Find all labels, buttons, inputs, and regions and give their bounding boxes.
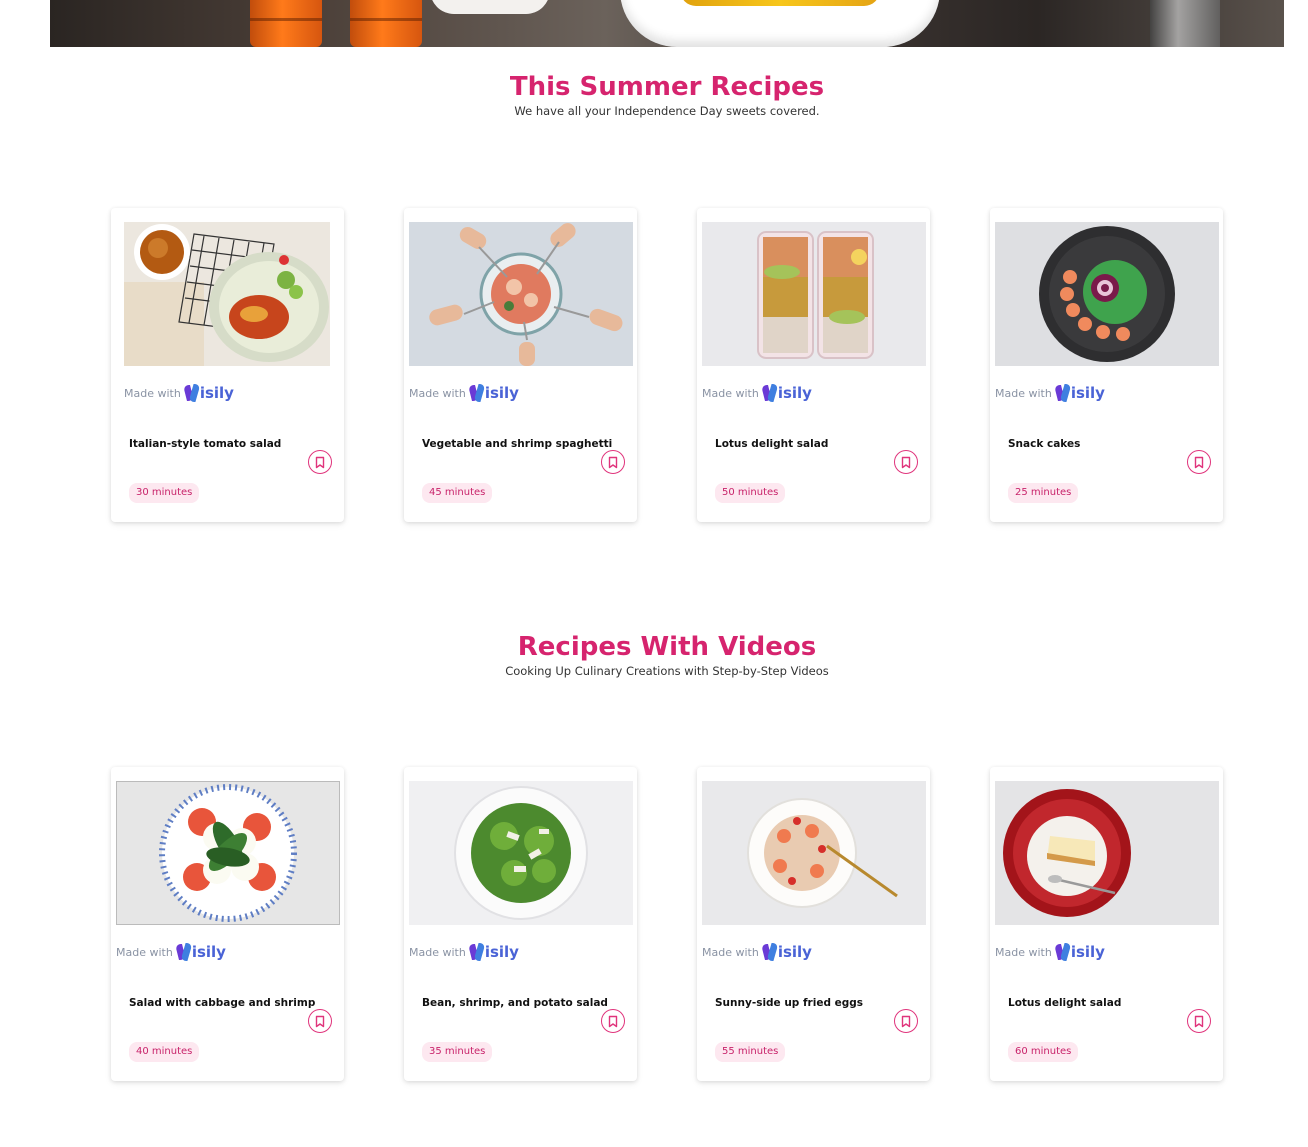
made-with-label: Made with bbox=[995, 945, 1052, 959]
recipe-name[interactable]: Salad with cabbage and shrimp bbox=[129, 997, 315, 1009]
recipe-card[interactable]: Made with isily Lotus delight salad 60 m… bbox=[990, 767, 1223, 1081]
recipe-name[interactable]: Italian-style tomato salad bbox=[129, 438, 281, 450]
made-with-watermark: Made with isily bbox=[995, 381, 1105, 405]
bookmark-icon bbox=[608, 456, 618, 468]
cook-time-badge: 25 minutes bbox=[1008, 483, 1079, 503]
visily-logo-icon bbox=[1056, 943, 1071, 961]
bookmark-icon bbox=[1194, 456, 1204, 468]
cook-time-badge: 30 minutes bbox=[129, 483, 200, 503]
bookmark-button[interactable] bbox=[1187, 1009, 1211, 1033]
visily-logo-icon bbox=[1056, 384, 1071, 402]
made-with-watermark: Made with isily bbox=[409, 381, 519, 405]
made-with-label: Made with bbox=[409, 945, 466, 959]
visily-logo: isily bbox=[185, 384, 234, 402]
visily-logo-icon bbox=[185, 384, 200, 402]
recipe-card[interactable]: Made with isily Lotus delight salad 50 m… bbox=[697, 208, 930, 522]
recipe-name[interactable]: Bean, shrimp, and potato salad bbox=[422, 997, 608, 1009]
visily-logo-icon bbox=[470, 384, 485, 402]
bookmark-button[interactable] bbox=[1187, 450, 1211, 474]
recipe-name[interactable]: Lotus delight salad bbox=[715, 438, 828, 450]
bookmark-icon bbox=[315, 1015, 325, 1027]
cook-time-badge: 55 minutes bbox=[715, 1042, 786, 1062]
cook-time-badge: 40 minutes bbox=[129, 1042, 200, 1062]
made-with-watermark: Made with isily bbox=[995, 940, 1105, 964]
recipe-image[interactable] bbox=[995, 222, 1219, 366]
visily-logo: isily bbox=[470, 384, 519, 402]
cook-time-badge: 50 minutes bbox=[715, 483, 786, 503]
visily-logo: isily bbox=[1056, 384, 1105, 402]
recipe-image[interactable] bbox=[124, 222, 330, 366]
bookmark-button[interactable] bbox=[894, 450, 918, 474]
made-with-label: Made with bbox=[116, 945, 173, 959]
recipe-image[interactable] bbox=[702, 222, 926, 366]
made-with-label: Made with bbox=[702, 386, 759, 400]
recipe-image[interactable] bbox=[702, 781, 926, 925]
recipe-image[interactable] bbox=[995, 781, 1219, 925]
made-with-watermark: Made with isily bbox=[702, 381, 812, 405]
recipe-image[interactable] bbox=[409, 222, 633, 366]
recipe-card[interactable]: Made with isily Sunny-side up fried eggs… bbox=[697, 767, 930, 1081]
made-with-watermark: Made with isily bbox=[124, 381, 234, 405]
hero-image bbox=[50, 0, 1284, 47]
recipe-name[interactable]: Lotus delight salad bbox=[1008, 997, 1121, 1009]
recipe-name[interactable]: Sunny-side up fried eggs bbox=[715, 997, 863, 1009]
visily-logo: isily bbox=[763, 384, 812, 402]
bookmark-button[interactable] bbox=[601, 450, 625, 474]
recipe-image[interactable] bbox=[409, 781, 633, 925]
made-with-watermark: Made with isily bbox=[409, 940, 519, 964]
bookmark-button[interactable] bbox=[894, 1009, 918, 1033]
bookmark-button[interactable] bbox=[308, 450, 332, 474]
orange-shaker-image bbox=[350, 0, 422, 47]
bookmark-icon bbox=[315, 456, 325, 468]
visily-logo-icon bbox=[470, 943, 485, 961]
recipe-name[interactable]: Snack cakes bbox=[1008, 438, 1080, 450]
cook-time-badge: 45 minutes bbox=[422, 483, 493, 503]
made-with-label: Made with bbox=[702, 945, 759, 959]
visily-logo-icon bbox=[763, 943, 778, 961]
bookmark-button[interactable] bbox=[308, 1009, 332, 1033]
bookmark-icon bbox=[1194, 1015, 1204, 1027]
recipe-card[interactable]: Made with isily Italian-style tomato sal… bbox=[111, 208, 344, 522]
made-with-label: Made with bbox=[409, 386, 466, 400]
made-with-label: Made with bbox=[995, 386, 1052, 400]
made-with-watermark: Made with isily bbox=[116, 940, 226, 964]
visily-logo-icon bbox=[177, 943, 192, 961]
section-subtitle: Cooking Up Culinary Creations with Step-… bbox=[505, 664, 829, 678]
section-subtitle: We have all your Independence Day sweets… bbox=[514, 104, 820, 118]
orange-shaker-image bbox=[250, 0, 322, 47]
recipe-card[interactable]: Made with isily Salad with cabbage and s… bbox=[111, 767, 344, 1081]
recipe-image[interactable] bbox=[116, 781, 340, 925]
cook-time-badge: 60 minutes bbox=[1008, 1042, 1079, 1062]
visily-logo-icon bbox=[763, 384, 778, 402]
bookmark-icon bbox=[901, 1015, 911, 1027]
recipe-card[interactable]: Made with isily Bean, shrimp, and potato… bbox=[404, 767, 637, 1081]
visily-logo: isily bbox=[177, 943, 226, 961]
bookmark-icon bbox=[901, 456, 911, 468]
section-title: Recipes With Videos bbox=[517, 632, 817, 662]
bookmark-icon bbox=[608, 1015, 618, 1027]
recipe-name[interactable]: Vegetable and shrimp spaghetti bbox=[422, 438, 612, 450]
recipe-card[interactable]: Made with isily Vegetable and shrimp spa… bbox=[404, 208, 637, 522]
made-with-watermark: Made with isily bbox=[702, 940, 812, 964]
recipe-card[interactable]: Made with isily Snack cakes 25 minutes bbox=[990, 208, 1223, 522]
visily-logo: isily bbox=[1056, 943, 1105, 961]
fruit-bowl-image bbox=[620, 0, 940, 47]
plate-image bbox=[430, 0, 550, 14]
section-title: This Summer Recipes bbox=[509, 72, 825, 102]
cook-time-badge: 35 minutes bbox=[422, 1042, 493, 1062]
steel-pot-image bbox=[1150, 0, 1220, 47]
visily-logo: isily bbox=[763, 943, 812, 961]
made-with-label: Made with bbox=[124, 386, 181, 400]
bookmark-button[interactable] bbox=[601, 1009, 625, 1033]
visily-logo: isily bbox=[470, 943, 519, 961]
